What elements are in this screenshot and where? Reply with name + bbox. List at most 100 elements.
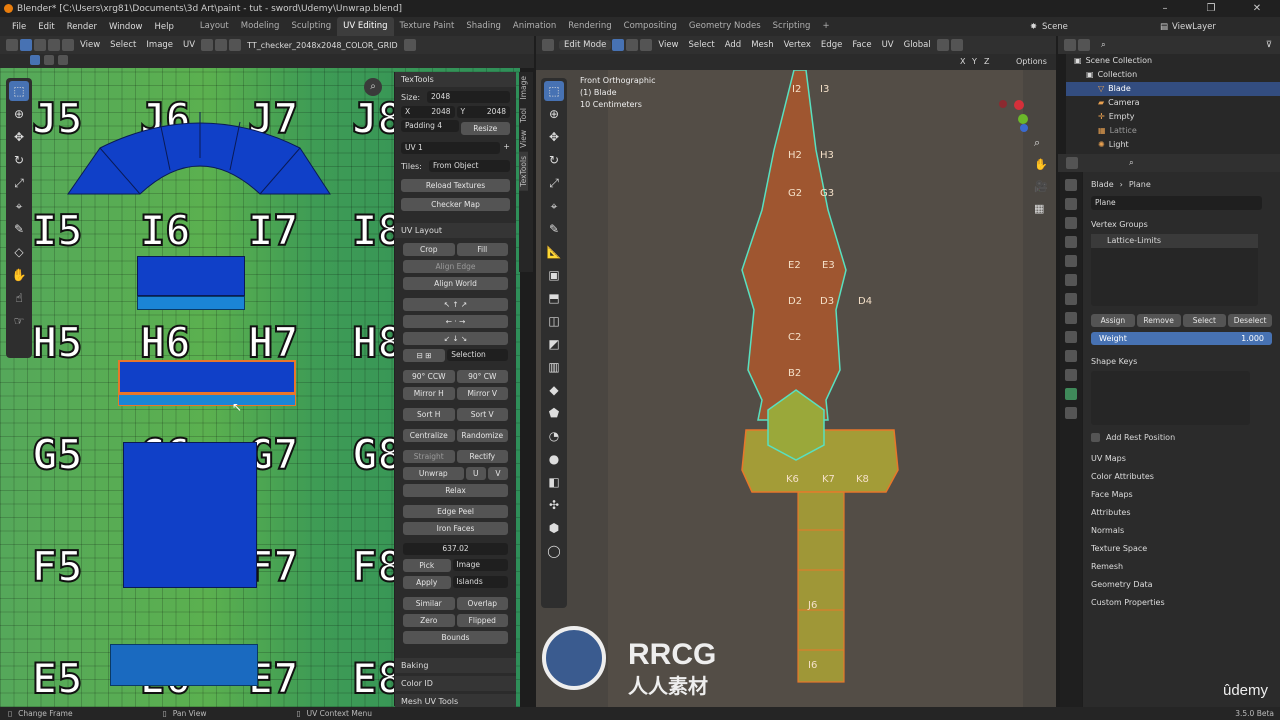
tab-image[interactable]: Image: [519, 72, 528, 104]
deselect-button[interactable]: Deselect: [1228, 314, 1272, 327]
vertex-group-item[interactable]: Lattice-Limits: [1091, 234, 1258, 248]
inset-icon[interactable]: ◫: [544, 311, 564, 331]
options-dropdown[interactable]: Options: [1016, 57, 1047, 66]
editor-type-icon[interactable]: [1064, 39, 1076, 51]
crop-button[interactable]: Crop: [403, 243, 455, 256]
rotate-cw-button[interactable]: 90° CW: [456, 370, 508, 383]
align-grid-buttons[interactable]: ↖ ↑ ↗: [403, 298, 508, 311]
to-sphere-icon[interactable]: ◯: [544, 541, 564, 561]
filter-icon[interactable]: ⊽: [1266, 40, 1272, 50]
scene-tab-icon[interactable]: [1065, 255, 1077, 267]
padding-field[interactable]: Padding 4: [401, 120, 459, 132]
checkbox[interactable]: [1091, 433, 1100, 442]
vp-menu-edge[interactable]: Edge: [816, 40, 847, 50]
mirror-v-button[interactable]: Mirror V: [456, 387, 508, 400]
uv-island-block[interactable]: [137, 256, 245, 296]
annotate-icon[interactable]: ✎: [9, 219, 29, 239]
bevel-icon[interactable]: ◩: [544, 334, 564, 354]
vertex-groups-section[interactable]: Vertex Groups: [1083, 216, 1280, 234]
scene-selector[interactable]: Scene: [1042, 22, 1068, 32]
textools-header[interactable]: TexTools: [395, 72, 516, 87]
uv-menu-view[interactable]: View: [75, 40, 105, 50]
modifier-tab-icon[interactable]: [1065, 312, 1077, 324]
shape-keys-section[interactable]: Shape Keys: [1083, 353, 1280, 371]
section-attributes[interactable]: Attributes: [1083, 504, 1280, 522]
select-bounds-button[interactable]: Bounds: [403, 631, 508, 644]
gizmo-y-icon[interactable]: [1018, 114, 1028, 124]
select-button[interactable]: Select: [1182, 314, 1227, 327]
uv-island-grid[interactable]: [123, 442, 257, 588]
transform-icon[interactable]: ⌖: [544, 196, 564, 216]
rip-icon[interactable]: ✣: [544, 495, 564, 515]
uv-island-strip[interactable]: [137, 296, 245, 310]
unwrap-button[interactable]: Unwrap: [403, 467, 464, 480]
mode-dropdown[interactable]: Edit Mode: [559, 40, 612, 50]
section-uv-maps[interactable]: UV Maps: [1083, 450, 1280, 468]
add-workspace-button[interactable]: +: [816, 17, 835, 36]
size-field[interactable]: 2048: [427, 91, 510, 103]
pivot-icon[interactable]: [201, 39, 214, 51]
proportional-icon[interactable]: [950, 39, 963, 51]
centralize-button[interactable]: Centralize: [403, 429, 455, 442]
ortho-grid-icon[interactable]: ▦: [1034, 202, 1044, 215]
tab-shading[interactable]: Shading: [460, 17, 507, 36]
image-name-field[interactable]: TT_checker_2048x2048_COLOR_GRID: [242, 41, 403, 50]
outliner-blade[interactable]: ▽ Blade: [1066, 82, 1280, 96]
menu-file[interactable]: File: [6, 22, 32, 32]
pin-icon[interactable]: [403, 39, 416, 51]
zoom-icon[interactable]: ⌕: [364, 78, 382, 96]
uv-layout-section[interactable]: UV Layout: [395, 223, 516, 238]
edge-peel-button[interactable]: Edge Peel: [403, 505, 508, 518]
pick-button[interactable]: Pick: [403, 559, 451, 572]
orientation-dropdown[interactable]: Global: [899, 40, 936, 50]
poly-build-icon[interactable]: ⬟: [544, 403, 564, 423]
vertex-group-list[interactable]: Lattice-Limits: [1091, 234, 1258, 306]
tab-tool[interactable]: Tool: [519, 104, 528, 127]
vp-menu-vertex[interactable]: Vertex: [779, 40, 816, 50]
vertex-mode-icon[interactable]: [612, 39, 625, 51]
minimize-button[interactable]: –: [1142, 0, 1188, 17]
search-icon[interactable]: ⌕: [1101, 40, 1106, 50]
straight-button[interactable]: Straight: [403, 450, 455, 463]
grab-icon[interactable]: ✋: [9, 265, 29, 285]
menu-window[interactable]: Window: [103, 22, 149, 32]
pinch-icon[interactable]: ☞: [9, 311, 29, 331]
checker-map-button[interactable]: Checker Map: [401, 198, 510, 211]
add-uv-icon[interactable]: +: [503, 142, 510, 154]
editor-type-icon[interactable]: [542, 39, 554, 51]
uv-island-strip-selected[interactable]: [118, 394, 296, 406]
assign-button[interactable]: Assign: [1091, 314, 1135, 327]
loop-cut-icon[interactable]: ▥: [544, 357, 564, 377]
zoom-icon[interactable]: ⌕: [1034, 136, 1040, 150]
vertex-select-icon[interactable]: [34, 39, 46, 51]
shape-keys-list[interactable]: [1091, 371, 1250, 425]
align-world-button[interactable]: Align World: [403, 277, 508, 290]
mirror-y-toggle[interactable]: Y: [972, 57, 977, 66]
edge-mode-icon[interactable]: [626, 39, 639, 51]
face-mode-icon[interactable]: [640, 39, 653, 51]
iron-faces-button[interactable]: Iron Faces: [403, 522, 508, 535]
apply-mode-select[interactable]: Islands: [452, 576, 508, 588]
tab-modeling[interactable]: Modeling: [235, 17, 286, 36]
gizmo-neg-x-icon[interactable]: [999, 100, 1007, 108]
align-grid-buttons[interactable]: ← · →: [403, 315, 508, 328]
select-overlap-button[interactable]: Overlap: [456, 597, 508, 610]
constraints-tab-icon[interactable]: [1065, 369, 1077, 381]
3d-viewport[interactable]: Front Orthographic (1) Blade 10 Centimet…: [536, 70, 1056, 707]
outliner-lattice[interactable]: ▦ Lattice: [1066, 124, 1280, 138]
face-select-icon[interactable]: [62, 39, 74, 51]
align-mode-icons[interactable]: ⊟ ⊞: [403, 349, 446, 362]
render-tab-icon[interactable]: [1065, 198, 1077, 210]
tab-rendering[interactable]: Rendering: [562, 17, 617, 36]
world-tab-icon[interactable]: [1065, 274, 1077, 286]
vp-menu-view[interactable]: View: [653, 40, 683, 50]
fill-button[interactable]: Fill: [456, 243, 508, 256]
proportional-icon[interactable]: [229, 39, 242, 51]
view-layer-selector[interactable]: ViewLayer: [1172, 22, 1216, 32]
knife-icon[interactable]: ◆: [544, 380, 564, 400]
cursor-icon[interactable]: ⊕: [9, 104, 29, 124]
tab-layout[interactable]: Layout: [194, 17, 235, 36]
align-edge-button[interactable]: Align Edge: [403, 260, 508, 273]
tab-scripting[interactable]: Scripting: [767, 17, 817, 36]
tab-uv-editing[interactable]: UV Editing: [337, 17, 394, 36]
